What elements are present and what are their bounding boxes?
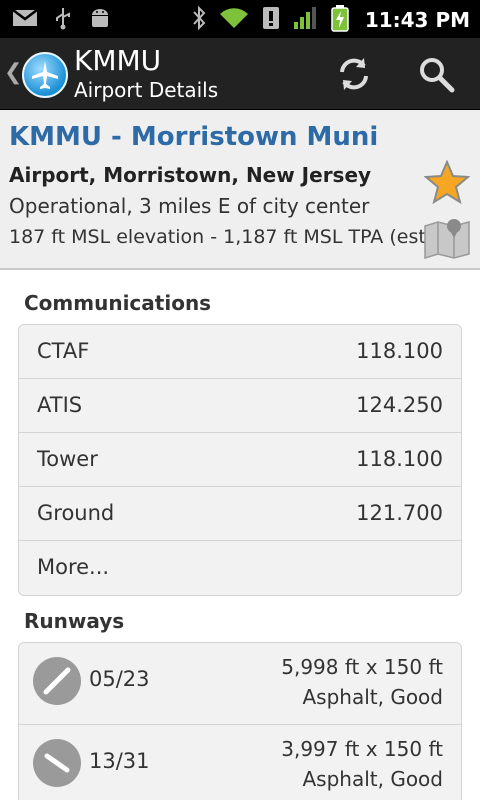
wifi-icon bbox=[219, 6, 249, 34]
communications-list: CTAF 118.100 ATIS 124.250 Tower 118.100 … bbox=[18, 324, 462, 596]
battery-charging-icon bbox=[331, 4, 349, 36]
bluetooth-icon bbox=[191, 5, 207, 35]
frequency-label: ATIS bbox=[37, 393, 83, 417]
frequency-label: Tower bbox=[37, 447, 98, 471]
app-logo-plane-icon[interactable] bbox=[22, 52, 68, 98]
frequency-value: 124.250 bbox=[356, 393, 443, 417]
android-debug-icon bbox=[88, 6, 112, 34]
list-item[interactable]: Ground 121.700 bbox=[19, 487, 461, 541]
frequency-value: 118.100 bbox=[356, 447, 443, 471]
runway-dimensions: 3,997 ft x 150 ft bbox=[281, 737, 443, 761]
runway-id: 13/31 bbox=[89, 749, 150, 773]
action-bar: ❮ KMMU Airport Details bbox=[0, 38, 480, 110]
runway-row[interactable]: 05/23 5,998 ft x 150 ft Asphalt, Good bbox=[19, 643, 461, 725]
airport-elevation: 187 ft MSL elevation - 1,187 ft MSL TPA … bbox=[9, 226, 440, 248]
list-item[interactable]: Tower 118.100 bbox=[19, 433, 461, 487]
runways-list: 05/23 5,998 ft x 150 ft Asphalt, Good 13… bbox=[18, 642, 462, 800]
runway-orientation-icon bbox=[33, 739, 81, 787]
frequency-label: Ground bbox=[37, 501, 115, 525]
list-item[interactable]: ATIS 124.250 bbox=[19, 379, 461, 433]
more-frequencies-item[interactable]: More... bbox=[19, 541, 461, 595]
airport-header: KMMU - Morristown Muni Airport, Morristo… bbox=[0, 110, 480, 270]
frequency-value: 121.700 bbox=[356, 501, 443, 525]
usb-icon bbox=[54, 6, 72, 34]
map-icon[interactable] bbox=[423, 216, 471, 264]
runway-dimensions: 5,998 ft x 150 ft bbox=[281, 655, 443, 679]
airport-status: Operational, 3 miles E of city center bbox=[9, 194, 370, 218]
more-label: More... bbox=[37, 555, 110, 579]
frequency-value: 118.100 bbox=[356, 339, 443, 363]
back-chevron-icon[interactable]: ❮ bbox=[4, 60, 22, 85]
refresh-button[interactable] bbox=[330, 50, 378, 98]
search-icon bbox=[420, 58, 455, 93]
list-item[interactable]: CTAF 118.100 bbox=[19, 325, 461, 379]
runway-surface: Asphalt, Good bbox=[302, 685, 443, 709]
runway-surface: Asphalt, Good bbox=[302, 767, 443, 791]
runway-orientation-icon bbox=[33, 657, 81, 705]
communications-title: Communications bbox=[24, 291, 212, 315]
favorite-star-icon[interactable] bbox=[423, 159, 471, 208]
airport-name: KMMU - Morristown Muni bbox=[9, 122, 379, 152]
airport-type-location: Airport, Morristown, New Jersey bbox=[9, 163, 372, 187]
signal-icon bbox=[293, 6, 319, 34]
alert-icon bbox=[261, 5, 281, 35]
frequency-label: CTAF bbox=[37, 339, 90, 363]
runway-id: 05/23 bbox=[89, 667, 150, 691]
runway-row[interactable]: 13/31 3,997 ft x 150 ft Asphalt, Good bbox=[19, 725, 461, 800]
runways-title: Runways bbox=[24, 609, 125, 633]
gmail-icon bbox=[12, 8, 38, 32]
refresh-icon bbox=[340, 58, 368, 90]
search-button[interactable] bbox=[412, 50, 460, 98]
app-subtitle: Airport Details bbox=[74, 78, 219, 102]
app-title: KMMU bbox=[74, 44, 162, 77]
clock: 11:43 PM bbox=[364, 8, 470, 32]
status-bar: 11:43 PM bbox=[0, 0, 480, 38]
